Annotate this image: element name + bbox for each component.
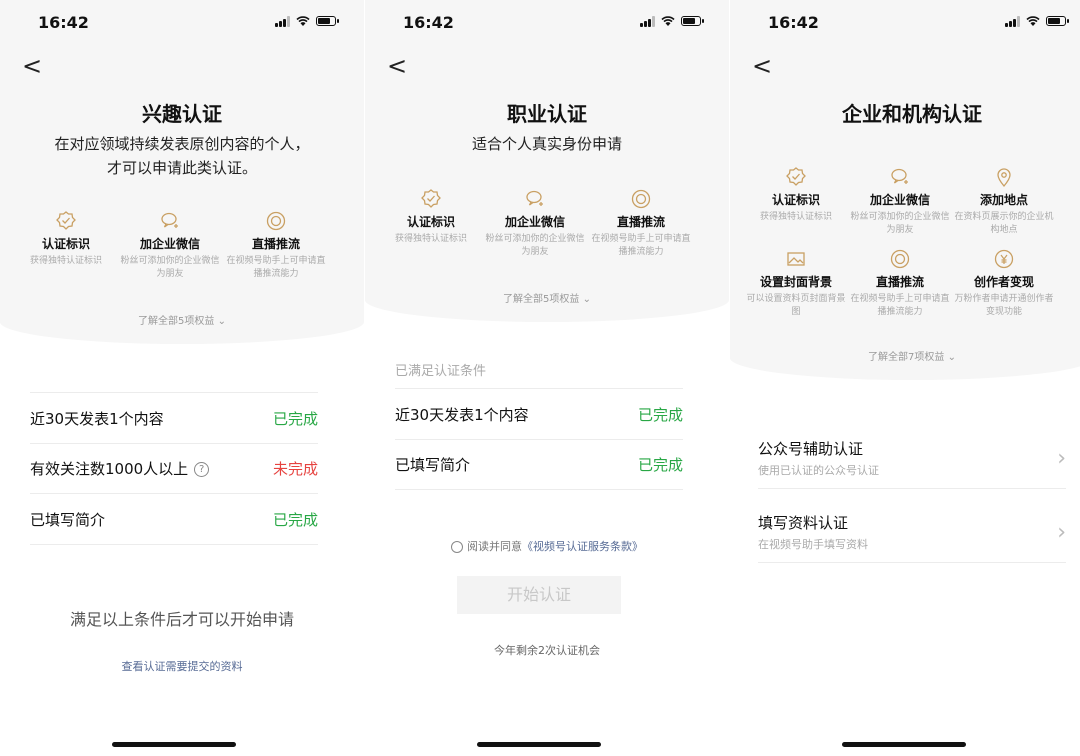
benefits-panel xyxy=(365,0,729,322)
benefit-item: 设置封面背景 可以设置资料页封面背景图 xyxy=(744,248,848,319)
location-pin-icon xyxy=(997,168,1011,188)
benefit-item: 加企业微信 粉丝可添加你的企业微信为朋友 xyxy=(848,166,952,237)
image-icon xyxy=(787,252,805,266)
screen-professional-certification: 16:42 < 职业认证 适合个人真实身份申请 认证标识 获得独特认证标识 加企… xyxy=(365,0,729,756)
page-subtitle: 在对应领域持续发表原创内容的个人， 才可以申请此类认证。 xyxy=(54,135,310,177)
remaining-attempts: 今年剩余2次认证机会 xyxy=(494,644,600,657)
status-badge: 已完成 xyxy=(637,405,683,424)
status-badge: 未完成 xyxy=(272,459,318,478)
benefit-item: 认证标识 获得独特认证标识 xyxy=(14,210,118,268)
badge-check-icon xyxy=(421,189,441,208)
badge-check-icon xyxy=(56,211,76,230)
status-time: 16:42 xyxy=(403,13,454,32)
benefit-item: 加企业微信 粉丝可添加你的企业微信为朋友 xyxy=(118,210,222,281)
back-button[interactable]: < xyxy=(387,52,407,80)
status-bar: 16:42 xyxy=(0,0,364,46)
help-icon[interactable]: ? xyxy=(194,461,210,477)
yen-coin-icon xyxy=(994,249,1014,269)
view-required-materials-link[interactable]: 查看认证需要提交的资料 xyxy=(0,658,364,674)
section-label: 已满足认证条件 xyxy=(395,364,487,379)
status-time: 16:42 xyxy=(768,13,819,32)
page-title: 企业和机构认证 xyxy=(842,102,982,126)
condition-row: 已填写简介 已完成 xyxy=(30,494,318,545)
show-all-benefits-link[interactable]: 了解全部5项权益 ⌄ xyxy=(365,290,729,305)
badge-check-icon xyxy=(786,167,806,186)
status-badge: 已完成 xyxy=(272,409,318,428)
wechat-add-icon xyxy=(891,168,908,184)
wechat-add-icon xyxy=(526,190,543,206)
back-button[interactable]: < xyxy=(22,52,42,80)
screen-enterprise-certification: 16:42 < 企业和机构认证 认证标识 获得独特认证标识 加企业微信 粉丝可添… xyxy=(730,0,1080,756)
benefit-item: 创作者变现 万粉作者申请开通创作者变现功能 xyxy=(952,248,1056,319)
home-indicator xyxy=(842,742,966,747)
chevron-right-icon: › xyxy=(1057,520,1066,545)
chevron-down-icon: ⌄ xyxy=(582,294,591,305)
start-certification-button[interactable]: 开始认证 xyxy=(457,576,621,614)
fill-info-certification-option[interactable]: 填写资料认证 在视频号助手填写资料 › xyxy=(758,506,1066,563)
live-stream-icon xyxy=(890,249,910,269)
agreement-row: 阅读并同意《视频号认证服务条款》 xyxy=(365,538,729,554)
condition-row: 有效关注数1000人以上? 未完成 xyxy=(30,443,318,494)
wifi-icon xyxy=(296,16,310,26)
benefit-item: 添加地点 在资料页展示你的企业机构地点 xyxy=(952,166,1056,237)
back-button[interactable]: < xyxy=(752,52,772,80)
show-all-benefits-link[interactable]: 了解全部5项权益 ⌄ xyxy=(0,312,364,327)
wifi-icon xyxy=(661,16,675,26)
benefit-item: 直播推流 在视频号助手上可申请直播推流能力 xyxy=(224,210,328,281)
page-title: 职业认证 xyxy=(507,102,587,126)
page-title: 兴趣认证 xyxy=(142,102,222,126)
benefit-item: 加企业微信 粉丝可添加你的企业微信为朋友 xyxy=(483,188,587,259)
official-account-certification-option[interactable]: 公众号辅助认证 使用已认证的公众号认证 › xyxy=(758,432,1066,489)
condition-row: 近30天发表1个内容 已完成 xyxy=(30,392,318,444)
status-badge: 已完成 xyxy=(272,510,318,529)
signal-icon xyxy=(640,15,655,27)
live-stream-icon xyxy=(631,189,651,209)
benefit-item: 直播推流 在视频号助手上可申请直播推流能力 xyxy=(589,188,693,259)
home-indicator xyxy=(112,742,236,747)
battery-icon xyxy=(316,16,339,26)
signal-icon xyxy=(1005,15,1020,27)
wechat-add-icon xyxy=(161,212,178,228)
battery-icon xyxy=(1046,16,1069,26)
status-time: 16:42 xyxy=(38,13,89,32)
show-all-benefits-link[interactable]: 了解全部7项权益 ⌄ xyxy=(730,348,1080,363)
benefit-item: 认证标识 获得独特认证标识 xyxy=(744,166,848,224)
battery-icon xyxy=(681,16,704,26)
status-badge: 已完成 xyxy=(637,455,683,474)
status-bar: 16:42 xyxy=(730,0,1080,46)
signal-icon xyxy=(275,15,290,27)
page-subtitle: 适合个人真实身份申请 xyxy=(471,135,622,153)
agree-checkbox[interactable] xyxy=(451,541,463,553)
home-indicator xyxy=(477,742,601,747)
condition-row: 近30天发表1个内容 已完成 xyxy=(395,388,683,440)
screen-interest-certification: 16:42 < 兴趣认证 在对应领域持续发表原创内容的个人， 才可以申请此类认证… xyxy=(0,0,364,756)
benefit-item: 认证标识 获得独特认证标识 xyxy=(379,188,483,246)
benefit-item: 直播推流 在视频号助手上可申请直播推流能力 xyxy=(848,248,952,319)
chevron-down-icon: ⌄ xyxy=(947,352,956,363)
condition-row: 已填写简介 已完成 xyxy=(395,439,683,490)
chevron-right-icon: › xyxy=(1057,446,1066,471)
requirement-notice: 满足以上条件后才可以开始申请 xyxy=(69,610,294,629)
wifi-icon xyxy=(1026,16,1040,26)
live-stream-icon xyxy=(266,211,286,231)
terms-link[interactable]: 《视频号认证服务条款》 xyxy=(522,540,643,553)
chevron-down-icon: ⌄ xyxy=(217,316,226,327)
status-bar: 16:42 xyxy=(365,0,729,46)
